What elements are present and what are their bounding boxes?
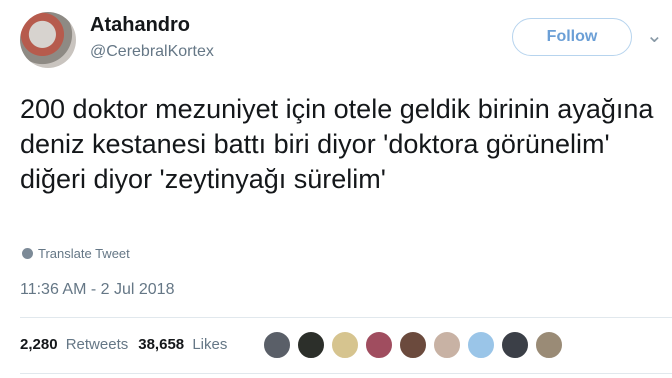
retweets-stat[interactable]: 2,280 Retweets xyxy=(20,336,128,353)
liker-avatar[interactable] xyxy=(296,330,326,360)
translate-tweet-link[interactable]: Translate Tweet xyxy=(22,246,130,261)
likes-label: Likes xyxy=(192,336,228,353)
divider xyxy=(20,373,672,374)
tweet-text: 200 doktor mezuniyet için otele geldik b… xyxy=(20,94,661,194)
liker-avatar[interactable] xyxy=(364,330,394,360)
retweets-count: 2,280 xyxy=(20,336,58,353)
liker-avatar[interactable] xyxy=(466,330,496,360)
avatar[interactable] xyxy=(20,12,76,68)
tweet-stats: 2,280 Retweets 38,658 Likes xyxy=(20,336,227,353)
liker-avatars xyxy=(262,330,564,360)
globe-icon xyxy=(22,248,33,259)
liker-avatar[interactable] xyxy=(432,330,462,360)
liker-avatar[interactable] xyxy=(500,330,530,360)
liker-avatar[interactable] xyxy=(330,330,360,360)
user-handle[interactable]: @CerebralKortex xyxy=(90,43,214,61)
likes-stat[interactable]: 38,658 Likes xyxy=(138,336,227,353)
retweets-label: Retweets xyxy=(65,336,129,353)
liker-avatar[interactable] xyxy=(534,330,564,360)
translate-label: Translate Tweet xyxy=(38,246,130,261)
follow-button[interactable]: Follow xyxy=(512,18,632,56)
divider xyxy=(20,317,672,318)
chevron-down-icon[interactable]: ⌄ xyxy=(646,23,663,48)
display-name[interactable]: Atahandro xyxy=(90,14,190,37)
likes-count: 38,658 xyxy=(138,336,185,353)
liker-avatar[interactable] xyxy=(398,330,428,360)
liker-avatar[interactable] xyxy=(262,330,292,360)
tweet-timestamp[interactable]: 11:36 AM - 2 Jul 2018 xyxy=(20,281,174,299)
